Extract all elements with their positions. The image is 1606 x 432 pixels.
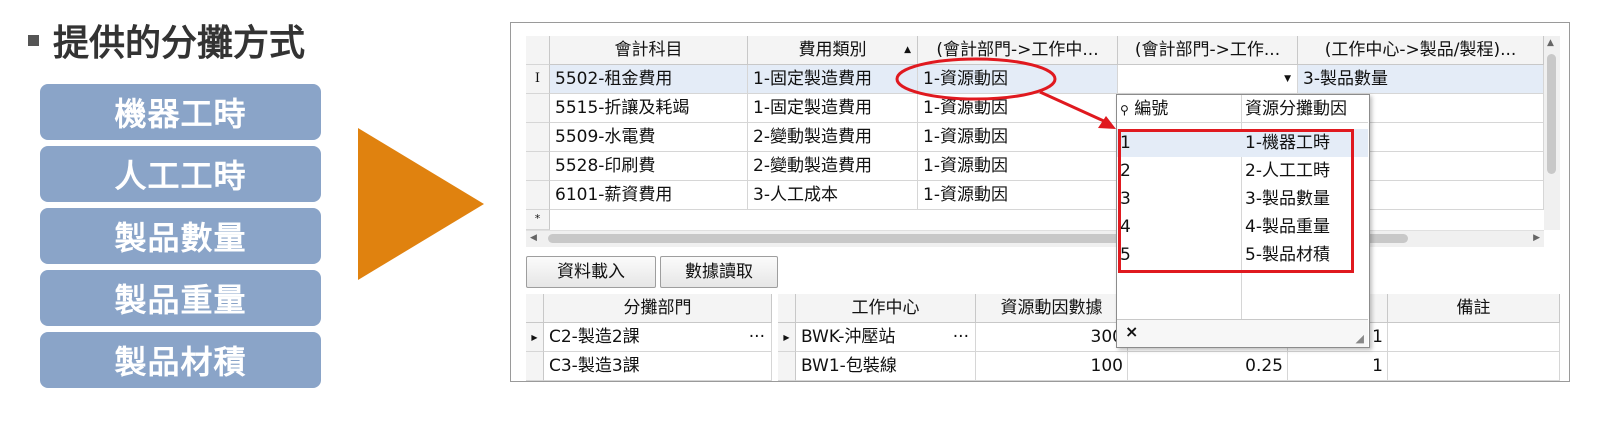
method-label: 製品數量 (114, 219, 247, 257)
method-label: 機器工時 (114, 95, 247, 133)
method-label: 人工工時 (114, 157, 247, 195)
highlight-ellipse (895, 57, 1057, 101)
bullet-icon (28, 34, 39, 46)
slide-title-text: 提供的分攤方式 (53, 23, 306, 64)
method-box-labor-hours: 人工工時 (40, 146, 321, 202)
right-arrow-icon (358, 128, 484, 280)
method-box-product-weight: 製品重量 (40, 270, 321, 326)
method-box-machine-hours: 機器工時 (40, 84, 321, 140)
slide-title: 提供的分攤方式 (26, 14, 305, 66)
annotation-arrow-line (1039, 90, 1107, 124)
method-label: 製品重量 (114, 281, 247, 319)
method-box-product-volume: 製品材積 (40, 332, 321, 388)
annotation-layer (895, 57, 1116, 129)
method-label: 製品材積 (114, 343, 247, 381)
app-window: 會計科目 費用類別 ▲ (會計部門->工作中... (會計部門->工作... (… (510, 22, 1570, 382)
method-box-product-quantity: 製品數量 (40, 208, 321, 264)
